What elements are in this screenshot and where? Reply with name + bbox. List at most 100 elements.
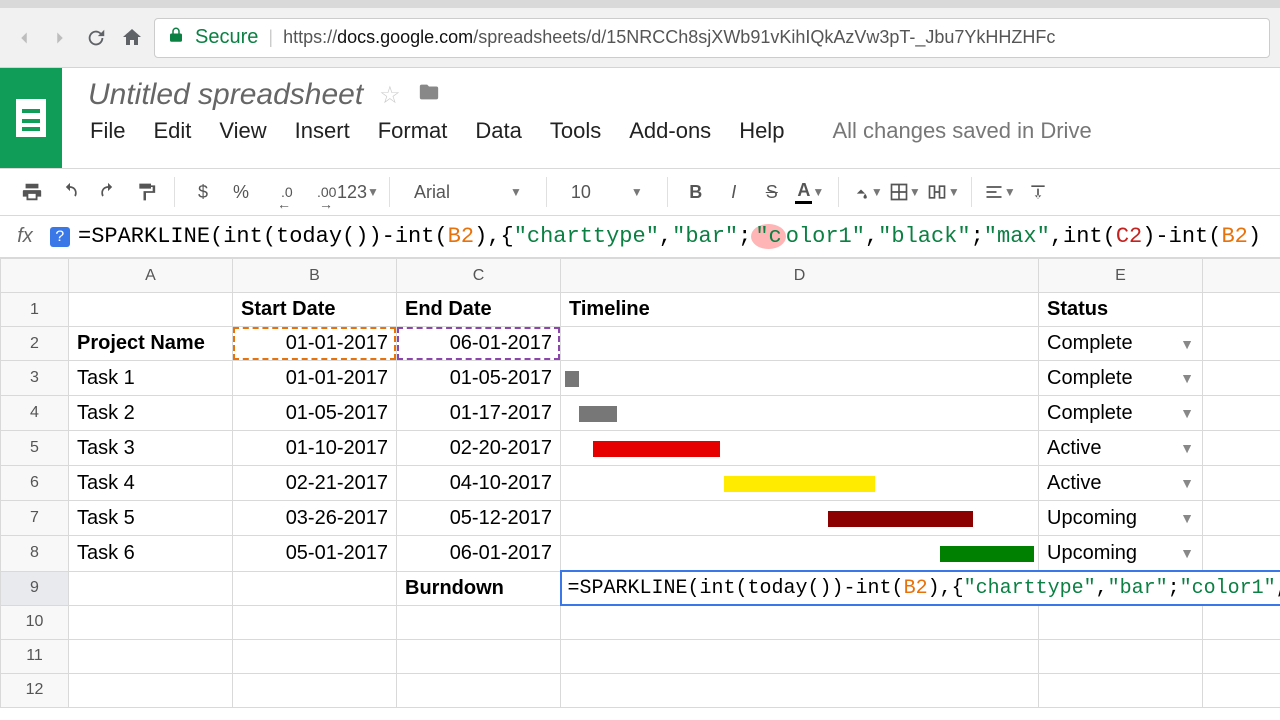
cell-A10[interactable]	[69, 605, 233, 639]
bold-button[interactable]: B	[678, 174, 714, 210]
cell-C7[interactable]: 05-12-2017	[397, 501, 561, 536]
percent-button[interactable]: %	[223, 174, 259, 210]
reload-button[interactable]	[82, 24, 110, 52]
col-header-C[interactable]: C	[397, 259, 561, 293]
row-header-5[interactable]: 5	[1, 431, 69, 466]
font-select[interactable]: Arial▼	[400, 182, 536, 203]
italic-button[interactable]: I	[716, 174, 752, 210]
sheets-logo[interactable]	[0, 68, 62, 168]
menu-edit[interactable]: Edit	[153, 118, 191, 144]
redo-button[interactable]	[90, 174, 126, 210]
row-header-11[interactable]: 11	[1, 639, 69, 673]
cell-A11[interactable]	[69, 639, 233, 673]
row-header-12[interactable]: 12	[1, 673, 69, 707]
font-size-select[interactable]: 10▼	[557, 182, 657, 203]
row-header-10[interactable]: 10	[1, 605, 69, 639]
cell-F4[interactable]	[1203, 396, 1280, 431]
valign-button[interactable]	[1020, 174, 1056, 210]
cell-B7[interactable]: 03-26-2017	[233, 501, 397, 536]
cell-A3[interactable]: Task 1	[69, 361, 233, 396]
cell-B12[interactable]	[233, 673, 397, 707]
cell-D3[interactable]	[561, 361, 1039, 396]
cell-F7[interactable]	[1203, 501, 1280, 536]
menu-insert[interactable]: Insert	[295, 118, 350, 144]
menu-view[interactable]: View	[219, 118, 266, 144]
menu-format[interactable]: Format	[378, 118, 448, 144]
cell-D5[interactable]	[561, 431, 1039, 466]
cell-B2[interactable]: 01-01-2017	[233, 327, 397, 361]
cell-A6[interactable]: Task 4	[69, 466, 233, 501]
row-header-2[interactable]: 2	[1, 327, 69, 361]
cell-C2[interactable]: 06-01-2017	[397, 327, 561, 361]
cell-E12[interactable]	[1039, 673, 1203, 707]
status-dropdown[interactable]: Complete▼	[1039, 363, 1202, 394]
cell-B10[interactable]	[233, 605, 397, 639]
formula-bar[interactable]: fx ? =SPARKLINE(int(today())-int(B2),{"c…	[0, 216, 1280, 258]
cell-F3[interactable]	[1203, 361, 1280, 396]
spreadsheet-grid[interactable]: A B C D E 1Start DateEnd DateTimelineSta…	[0, 258, 1280, 708]
row-header-3[interactable]: 3	[1, 361, 69, 396]
num-format-button[interactable]: 123 ▼	[337, 174, 379, 210]
cell-F8[interactable]	[1203, 536, 1280, 572]
menu-tools[interactable]: Tools	[550, 118, 601, 144]
cell-B11[interactable]	[233, 639, 397, 673]
cell-D9-editing[interactable]: =SPARKLINE(int(today())-int(B2),{"chartt…	[561, 571, 1280, 605]
cell-D8[interactable]	[561, 536, 1039, 572]
row-header-9[interactable]: 9	[1, 571, 69, 605]
cell-B1[interactable]: Start Date	[233, 293, 397, 327]
cell-E2[interactable]: Complete▼	[1039, 327, 1203, 361]
cell-E7[interactable]: Upcoming▼	[1039, 501, 1203, 536]
cell-D10[interactable]	[561, 605, 1039, 639]
cell-F6[interactable]	[1203, 466, 1280, 501]
cell-A1[interactable]	[69, 293, 233, 327]
status-dropdown[interactable]: Upcoming▼	[1039, 538, 1202, 569]
merge-button[interactable]: ▼	[925, 174, 961, 210]
row-header-8[interactable]: 8	[1, 536, 69, 572]
status-dropdown[interactable]: Upcoming▼	[1039, 503, 1202, 534]
row-header-1[interactable]: 1	[1, 293, 69, 327]
cell-F12[interactable]	[1203, 673, 1280, 707]
cell-F11[interactable]	[1203, 639, 1280, 673]
cell-D2[interactable]	[561, 327, 1039, 361]
formula-help-icon[interactable]: ?	[50, 227, 70, 247]
col-header-D[interactable]: D	[561, 259, 1039, 293]
col-header-B[interactable]: B	[233, 259, 397, 293]
fill-color-button[interactable]: ▼	[849, 174, 885, 210]
cell-F5[interactable]	[1203, 431, 1280, 466]
cell-B5[interactable]: 01-10-2017	[233, 431, 397, 466]
print-button[interactable]	[14, 174, 50, 210]
cell-F1[interactable]	[1203, 293, 1280, 327]
cell-C6[interactable]: 04-10-2017	[397, 466, 561, 501]
back-button[interactable]	[10, 24, 38, 52]
cell-A5[interactable]: Task 3	[69, 431, 233, 466]
cell-E1[interactable]: Status	[1039, 293, 1203, 327]
cell-E11[interactable]	[1039, 639, 1203, 673]
forward-button[interactable]	[46, 24, 74, 52]
cell-B4[interactable]: 01-05-2017	[233, 396, 397, 431]
home-button[interactable]	[118, 24, 146, 52]
cell-C12[interactable]	[397, 673, 561, 707]
star-icon[interactable]: ☆	[379, 81, 401, 110]
currency-button[interactable]: $	[185, 174, 221, 210]
cell-F2[interactable]	[1203, 327, 1280, 361]
cell-E4[interactable]: Complete▼	[1039, 396, 1203, 431]
doc-title[interactable]: Untitled spreadsheet	[88, 78, 363, 112]
menu-data[interactable]: Data	[475, 118, 521, 144]
cell-C4[interactable]: 01-17-2017	[397, 396, 561, 431]
folder-icon[interactable]	[417, 81, 441, 109]
cell-A7[interactable]: Task 5	[69, 501, 233, 536]
decrease-decimal-button[interactable]: .0←	[261, 174, 297, 210]
cell-C8[interactable]: 06-01-2017	[397, 536, 561, 572]
cell-E5[interactable]: Active▼	[1039, 431, 1203, 466]
undo-button[interactable]	[52, 174, 88, 210]
cell-C9[interactable]: Burndown	[397, 571, 561, 605]
address-bar[interactable]: Secure | https://docs.google.com/spreads…	[154, 18, 1270, 58]
cell-D11[interactable]	[561, 639, 1039, 673]
cell-C5[interactable]: 02-20-2017	[397, 431, 561, 466]
cell-E3[interactable]: Complete▼	[1039, 361, 1203, 396]
status-dropdown[interactable]: Complete▼	[1039, 398, 1202, 429]
cell-B9[interactable]	[233, 571, 397, 605]
menu-file[interactable]: File	[90, 118, 125, 144]
status-dropdown[interactable]: Complete▼	[1039, 328, 1202, 359]
row-header-4[interactable]: 4	[1, 396, 69, 431]
